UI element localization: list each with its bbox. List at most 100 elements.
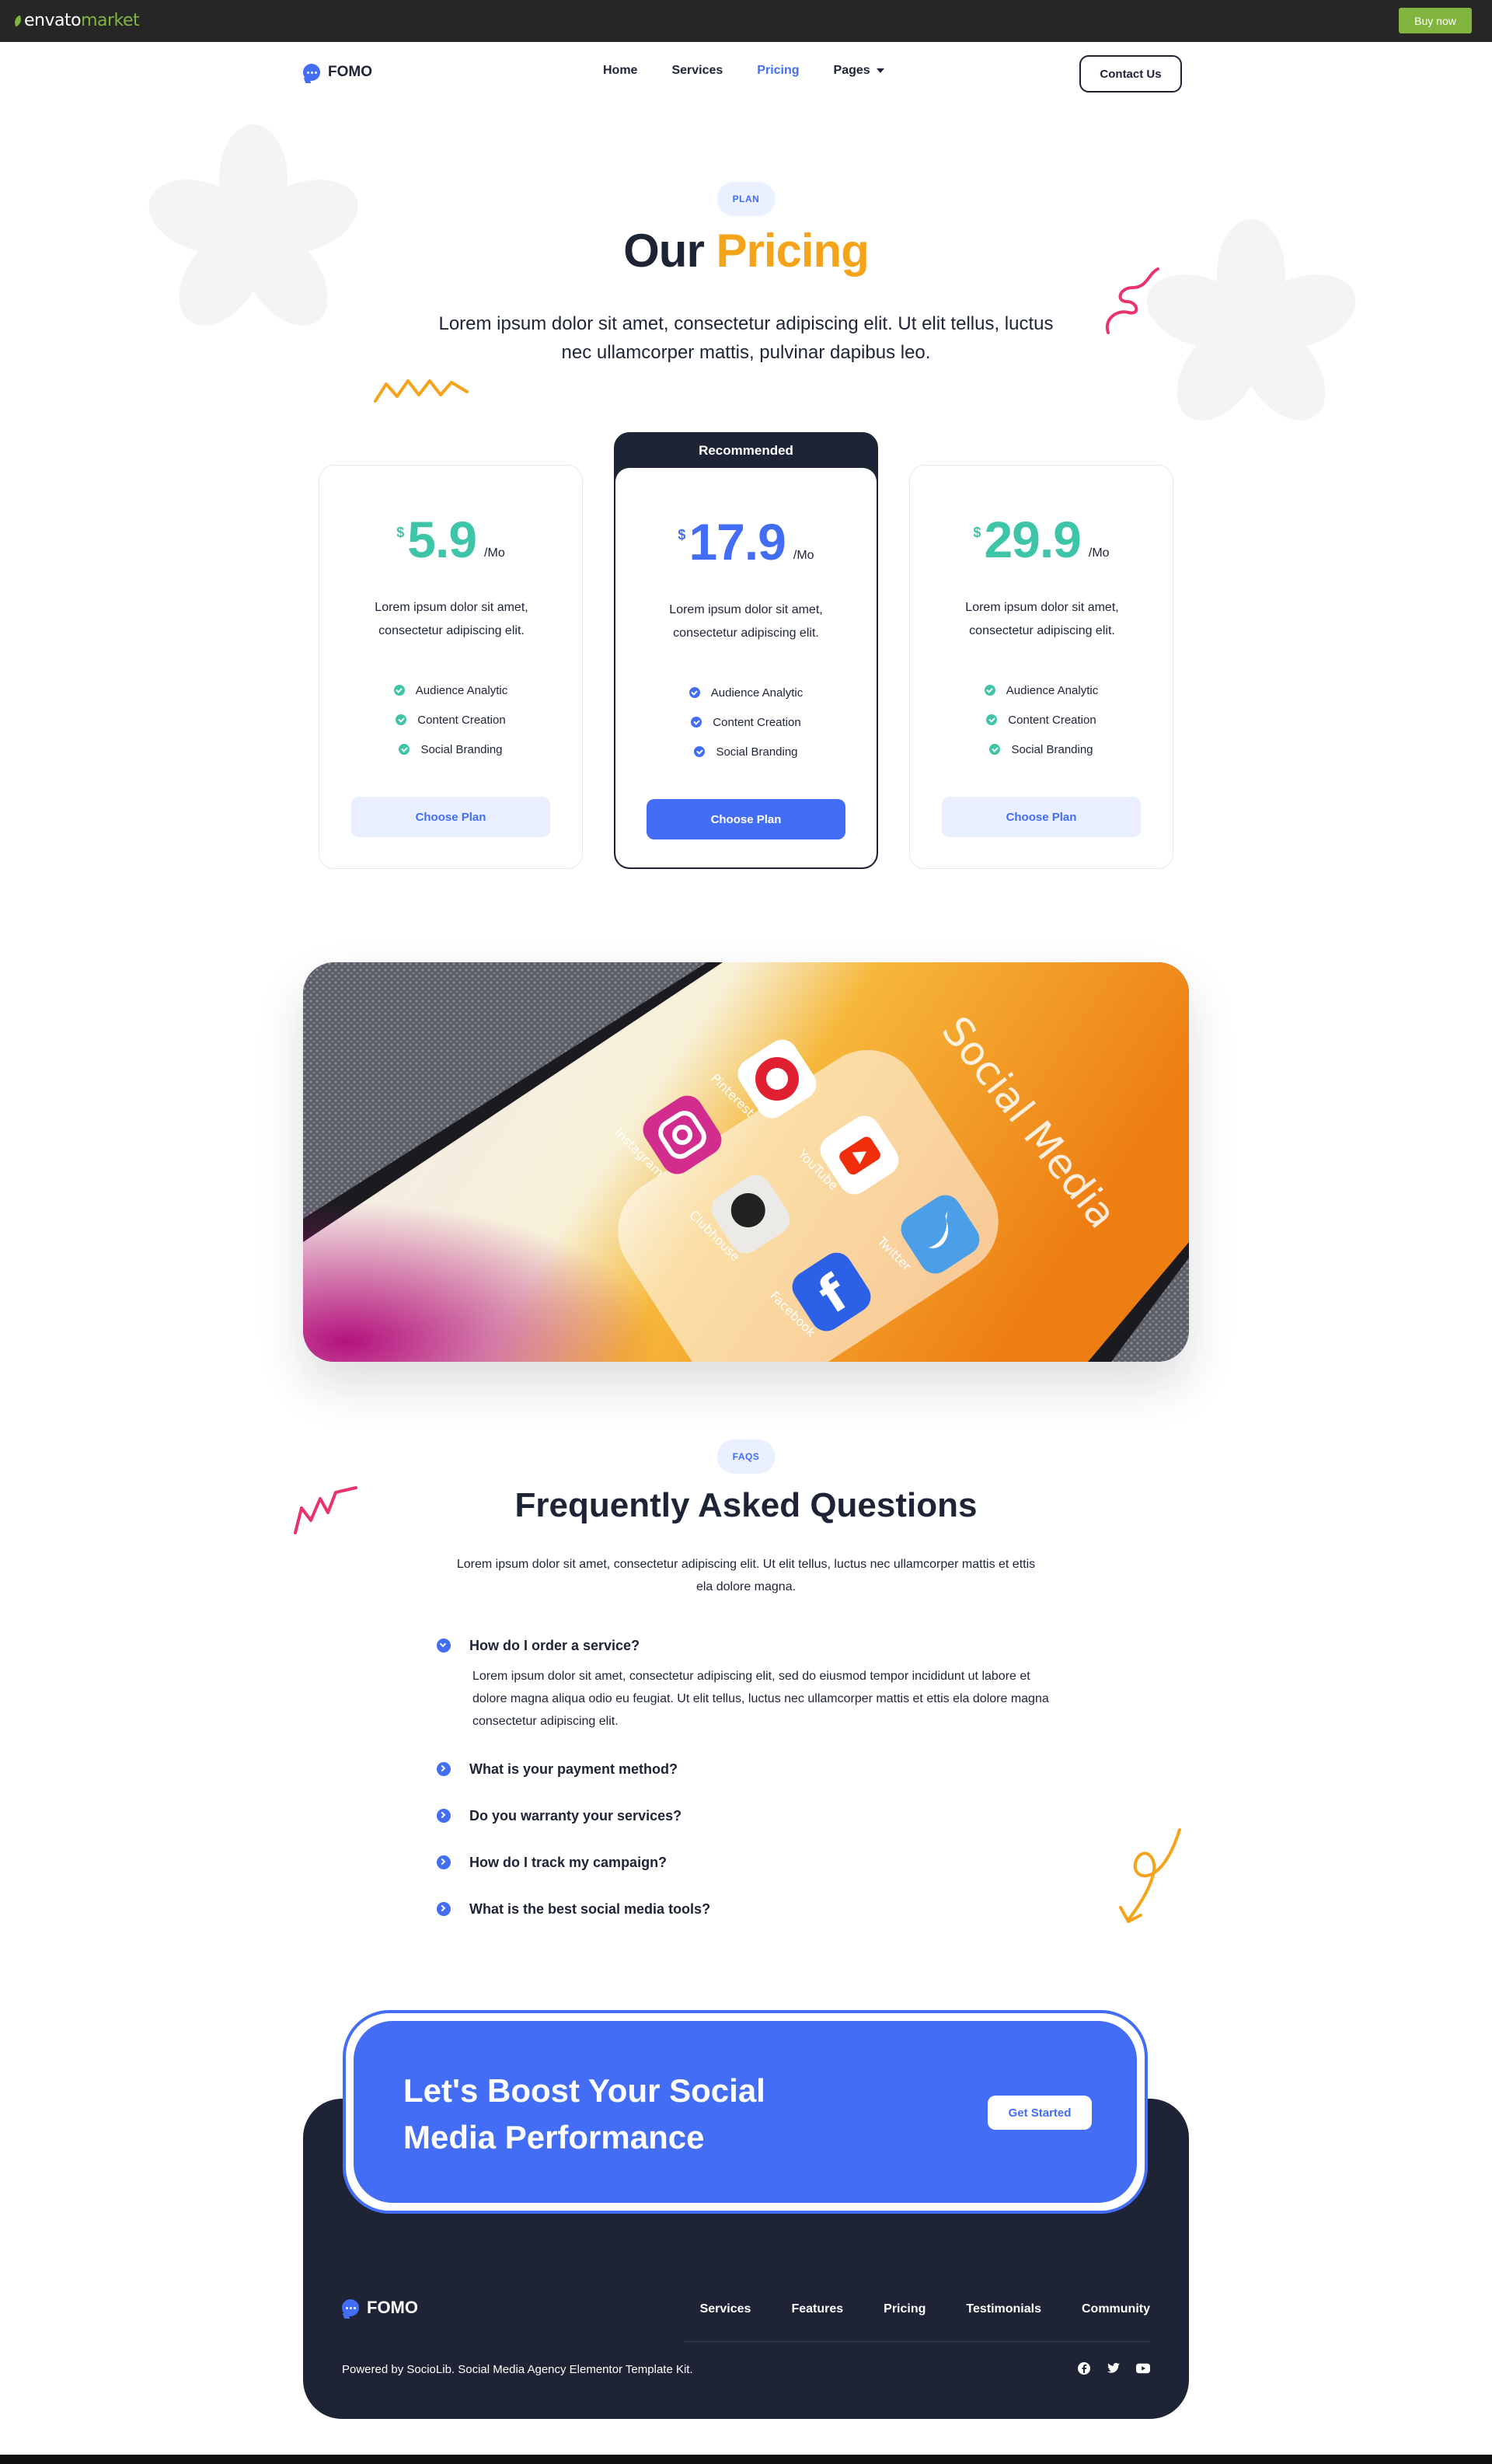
social-links	[1077, 2361, 1150, 2375]
faqs-badge: FAQS	[716, 1440, 776, 1474]
nav-links: Home Services Pricing Pages	[603, 64, 919, 78]
feature-item: Audience Analytic	[984, 675, 1098, 705]
choose-plan-button[interactable]: Choose Plan	[351, 797, 550, 837]
currency-symbol: $	[678, 527, 686, 543]
check-circle-icon	[986, 714, 998, 725]
pricing-card-body: $ 17.9 /Mo Lorem ipsum dolor sit amet, c…	[615, 468, 877, 867]
footer-link-features[interactable]: Features	[791, 2302, 843, 2316]
choose-plan-button[interactable]: Choose Plan	[942, 797, 1141, 837]
footer-copyright: Powered by SocioLib. Social Media Agency…	[342, 2363, 693, 2376]
cta-title: Let's Boost Your Social Media Performanc…	[403, 2072, 765, 2155]
check-circle-icon	[399, 744, 410, 755]
faq-question: What is the best social media tools?	[469, 1901, 711, 1917]
main-nav: FOMO Home Services Pricing Pages Contact…	[0, 42, 1492, 106]
check-circle-icon	[393, 685, 405, 696]
check-circle-icon	[694, 746, 706, 757]
buy-now-button[interactable]: Buy now	[1399, 8, 1472, 33]
chevron-down-icon	[876, 68, 884, 73]
social-media-phone-photo: f Social Media Pinterest Instagram YouTu…	[303, 962, 1189, 1362]
pricing-card-recommended: Recommended $ 17.9 /Mo Lorem ipsum dolor…	[614, 432, 878, 869]
price: $ 5.9 /Mo	[319, 512, 582, 567]
facebook-icon[interactable]	[1077, 2361, 1091, 2375]
logo-text: envato	[24, 11, 82, 30]
curly-arrow-orange-decoration	[1119, 1828, 1181, 1923]
feature-list: Audience Analytic Content Creation Socia…	[615, 678, 877, 766]
recommended-label: Recommended	[699, 443, 793, 458]
bottom-bar	[0, 2455, 1492, 2464]
faq-question: How do I track my campaign?	[469, 1855, 668, 1870]
price-period: /Mo	[484, 546, 505, 560]
plan-description: Lorem ipsum dolor sit amet, consectetur …	[375, 601, 528, 637]
arrow-right-circle-icon	[437, 1762, 451, 1776]
brand-name: FOMO	[367, 2298, 418, 2317]
footer-link-pricing[interactable]: Pricing	[884, 2302, 926, 2316]
phone-illustration: f Social Media Pinterest Instagram YouTu…	[303, 962, 1189, 1362]
feature-list: Audience Analytic Content Creation Socia…	[319, 675, 582, 764]
faq-item-open[interactable]: How do I order a service?	[437, 1638, 640, 1654]
feature-item: Audience Analytic	[393, 675, 507, 705]
cta-banner-inner: Let's Boost Your Social Media Performanc…	[354, 2021, 1137, 2203]
feature-item: Content Creation	[986, 705, 1096, 735]
envato-logo[interactable]: envatomarket	[12, 11, 140, 30]
nav-link-services[interactable]: Services	[671, 64, 723, 78]
faq-question: How do I order a service?	[469, 1638, 640, 1653]
footer-brand-logo[interactable]: FOMO	[342, 2298, 418, 2318]
price-period: /Mo	[1088, 546, 1110, 560]
faq-item[interactable]: What is the best social media tools?	[437, 1901, 710, 1918]
arrow-down-circle-icon	[437, 1639, 451, 1653]
pricing-card-premium: $ 29.9 /Mo Lorem ipsum dolor sit amet, c…	[909, 465, 1173, 869]
currency-symbol: $	[973, 525, 981, 540]
feature-item: Social Branding	[399, 735, 503, 764]
arrow-right-circle-icon	[437, 1902, 451, 1916]
footer-nav: Services Features Pricing Testimonials C…	[660, 2302, 1150, 2316]
faq-answer: Lorem ipsum dolor sit amet, consectetur …	[472, 1670, 1049, 1728]
check-circle-icon	[691, 717, 702, 728]
youtube-icon[interactable]	[1136, 2361, 1150, 2375]
arrow-right-circle-icon	[437, 1855, 451, 1869]
feature-item: Audience Analytic	[688, 678, 803, 707]
cta-banner: Let's Boost Your Social Media Performanc…	[343, 2010, 1148, 2214]
footer-link-services[interactable]: Services	[700, 2302, 751, 2316]
footer-link-testimonials[interactable]: Testimonials	[966, 2302, 1041, 2316]
brand-logo[interactable]: FOMO	[303, 64, 372, 81]
faq-title: Frequently Asked Questions	[514, 1486, 978, 1524]
check-circle-icon	[396, 714, 407, 725]
hero-subtitle: Lorem ipsum dolor sit amet, consectetur …	[438, 313, 1054, 363]
contact-us-button[interactable]: Contact Us	[1079, 55, 1182, 92]
faq-item[interactable]: Do you warranty your services?	[437, 1808, 682, 1824]
brand-name: FOMO	[328, 64, 372, 80]
zigzag-orange-decoration	[374, 379, 469, 403]
price-amount: 17.9	[688, 513, 786, 571]
check-circle-icon	[688, 687, 700, 698]
faq-item[interactable]: What is your payment method?	[437, 1761, 678, 1778]
choose-plan-button[interactable]: Choose Plan	[647, 799, 845, 839]
chat-bubble-icon	[303, 64, 320, 81]
faq-question: Do you warranty your services?	[469, 1808, 682, 1824]
get-started-button[interactable]: Get Started	[988, 2096, 1092, 2130]
chat-bubble-icon	[342, 2299, 359, 2316]
feature-list: Audience Analytic Content Creation Socia…	[910, 675, 1173, 764]
feature-item: Content Creation	[396, 705, 506, 735]
twitter-icon[interactable]	[1107, 2361, 1121, 2375]
arrow-right-circle-icon	[437, 1809, 451, 1823]
price: $ 29.9 /Mo	[910, 512, 1173, 567]
feature-item: Social Branding	[694, 737, 798, 766]
footer-link-community[interactable]: Community	[1082, 2302, 1150, 2316]
pricing-card-basic: $ 5.9 /Mo Lorem ipsum dolor sit amet, co…	[319, 465, 583, 869]
plan-badge: PLAN	[716, 182, 776, 216]
faq-question: What is your payment method?	[469, 1761, 678, 1777]
price: $ 17.9 /Mo	[615, 515, 877, 569]
nav-link-pages[interactable]: Pages	[834, 64, 884, 78]
check-circle-icon	[984, 685, 995, 696]
nav-link-home[interactable]: Home	[603, 64, 637, 78]
feature-item: Social Branding	[989, 735, 1093, 764]
footer-divider	[684, 2341, 1150, 2342]
plan-description: Lorem ipsum dolor sit amet, consectetur …	[669, 603, 823, 640]
price-period: /Mo	[793, 549, 814, 562]
envato-topbar: envatomarket Buy now	[0, 0, 1492, 42]
plan-description: Lorem ipsum dolor sit amet, consectetur …	[965, 601, 1119, 637]
nav-link-pricing[interactable]: Pricing	[757, 64, 799, 78]
price-amount: 29.9	[984, 511, 1081, 568]
faq-item[interactable]: How do I track my campaign?	[437, 1855, 667, 1871]
faq-subtitle: Lorem ipsum dolor sit amet, consectetur …	[456, 1558, 1036, 1593]
